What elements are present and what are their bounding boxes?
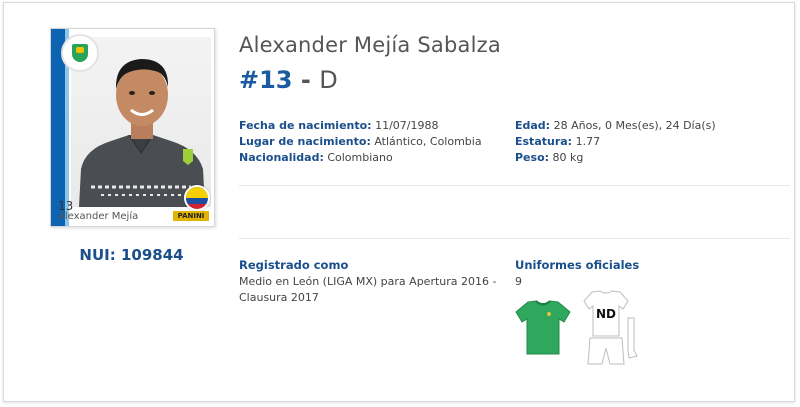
away-label: ND [596,307,616,321]
sticker-name: Alexander Mejía [58,211,139,222]
details-left: Fecha de nacimiento: 11/07/1988 Lugar de… [239,118,482,166]
jersey-number: #13 [239,66,293,94]
player-sticker-image: 13 Alexander Mejía PANINI [50,28,215,227]
detail-row: Estatura: 1.77 [515,135,601,148]
detail-row: Nacionalidad: Colombiano [239,151,393,164]
detail-row: Peso: 80 kg [515,151,584,164]
home-shirt-icon [515,300,571,355]
away-uniform-icon: ND [583,290,638,365]
details-right: Edad: 28 Años, 0 Mes(es), 24 Día(s) Esta… [515,118,716,166]
divider [239,238,790,239]
nui-id: NUI: 109844 [50,246,213,264]
panini-logo: PANINI [173,211,209,221]
uniform-number: 9 [515,275,522,288]
detail-row: Fecha de nacimiento: 11/07/1988 [239,119,439,132]
colombia-flag-icon [184,185,210,211]
player-position: D [319,66,338,94]
jersey-separator: - [300,66,311,94]
player-name: Alexander Mejía Sabalza [239,33,501,57]
jersey-number-position: #13 - D [239,66,338,94]
registro-text: Medio en León (LIGA MX) para Apertura 20… [239,275,497,304]
registro-title: Registrado como [239,258,349,272]
divider [239,185,790,186]
nui-value: 109844 [120,246,184,264]
nui-label: NUI: [79,246,116,264]
club-crest-icon [61,34,99,72]
detail-row: Edad: 28 Años, 0 Mes(es), 24 Día(s) [515,119,716,132]
uniformes-title: Uniformes oficiales [515,258,640,272]
detail-row: Lugar de nacimiento: Atlántico, Colombia [239,135,482,148]
